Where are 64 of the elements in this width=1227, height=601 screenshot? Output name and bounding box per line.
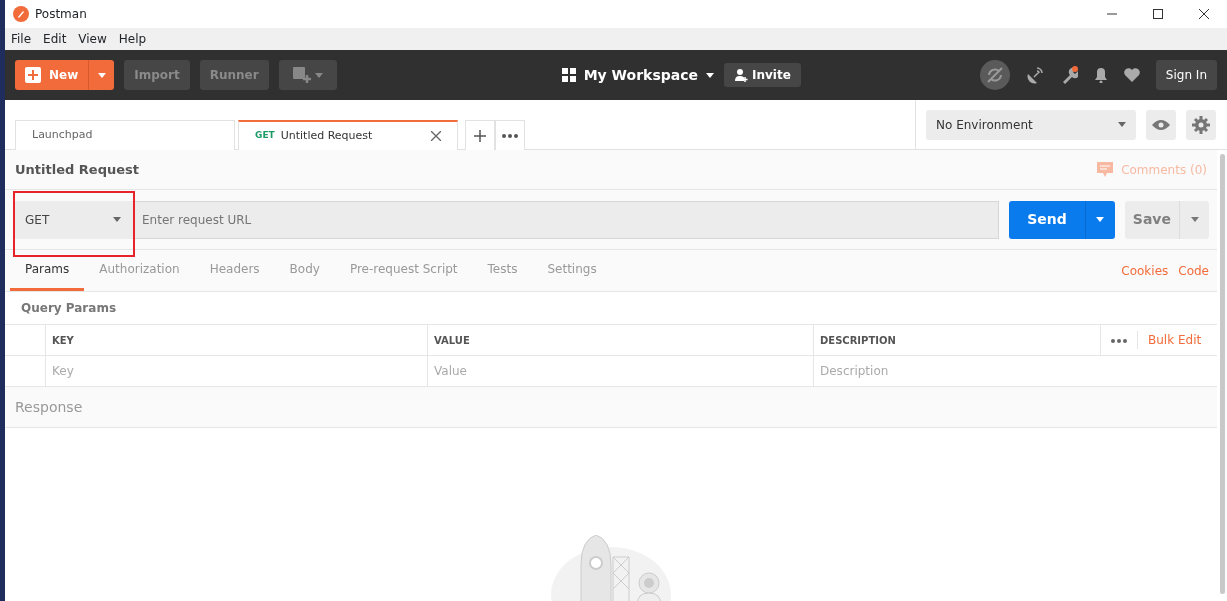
comments-link[interactable]: Comments (0) [1097, 160, 1207, 179]
plus-icon [25, 67, 41, 83]
request-tab[interactable]: Launchpad [15, 120, 235, 150]
scrollbar[interactable] [1220, 154, 1225, 594]
new-window-button[interactable] [278, 60, 337, 90]
new-button[interactable]: New [15, 60, 115, 90]
link[interactable]: Code [1178, 261, 1209, 280]
caret-icon [706, 72, 714, 78]
environment-dropdown[interactable]: No Environment [926, 109, 1136, 140]
caret-icon [1096, 217, 1105, 222]
menu-item[interactable]: Edit [43, 30, 67, 48]
bulk-edit-link[interactable]: Bulk Edit [1137, 331, 1202, 349]
sign-in-button[interactable]: Sign In [1155, 60, 1217, 90]
menu-item[interactable]: File [11, 30, 32, 48]
placeholder-text[interactable]: Value [434, 362, 467, 380]
method-dropdown[interactable]: GET [13, 200, 133, 239]
save-button[interactable]: Save [1124, 200, 1209, 239]
caret-icon [314, 72, 323, 78]
satellite-icon[interactable] [1025, 66, 1044, 84]
column-header: DESCRIPTION [820, 333, 896, 348]
comment-icon [1097, 161, 1114, 178]
url-field[interactable]: Enter request URL [133, 200, 1000, 239]
request-section-tab[interactable]: Body [274, 250, 335, 291]
close-icon[interactable] [1199, 9, 1209, 19]
maximize-icon[interactable] [1153, 9, 1163, 19]
more-icon[interactable] [502, 133, 518, 138]
request-tab[interactable]: GET Untitled Request [238, 120, 458, 150]
section-title: Response [15, 397, 83, 417]
window-plus-icon [292, 67, 311, 83]
send-button[interactable]: Send [1009, 200, 1115, 239]
request-section-tab[interactable]: Tests [472, 250, 533, 291]
import-button[interactable]: Import [124, 60, 190, 90]
request-name: Untitled Request [15, 160, 139, 179]
settings-icon[interactable] [1192, 115, 1210, 134]
invite-button[interactable]: Invite [724, 63, 801, 87]
caret-icon [97, 72, 106, 78]
more-icon[interactable] [1111, 338, 1127, 343]
bell-icon[interactable] [1093, 67, 1108, 83]
request-section-tab[interactable]: Authorization [84, 250, 195, 291]
add-user-icon [734, 68, 748, 82]
column-header: KEY [52, 333, 74, 348]
eye-icon[interactable] [1152, 119, 1170, 130]
app-logo-icon [13, 6, 29, 22]
sync-off-icon[interactable] [979, 60, 1010, 90]
plus-icon[interactable] [474, 129, 486, 142]
section-title: Query Params [21, 300, 117, 317]
close-icon[interactable] [431, 131, 441, 141]
caret-icon [113, 217, 121, 222]
column-header: VALUE [434, 333, 470, 348]
heart-icon[interactable] [1123, 68, 1140, 82]
runner-button[interactable]: Runner [199, 60, 269, 90]
grid-icon [561, 68, 576, 82]
menu-item[interactable]: Help [118, 30, 147, 48]
caret-icon [1118, 122, 1126, 127]
request-section-tab[interactable]: Pre-request Script [334, 250, 473, 291]
window-title: Postman [35, 6, 87, 23]
link[interactable]: Cookies [1121, 261, 1169, 280]
workspace-selector[interactable]: My Workspace [561, 64, 714, 86]
caret-icon [1190, 217, 1199, 222]
menu-item[interactable]: View [78, 30, 107, 48]
placeholder-text[interactable]: Description [820, 362, 889, 380]
placeholder-text[interactable]: Key [52, 362, 74, 380]
request-section-tab[interactable]: Headers [194, 250, 275, 291]
request-section-tab[interactable]: Settings [532, 250, 612, 291]
